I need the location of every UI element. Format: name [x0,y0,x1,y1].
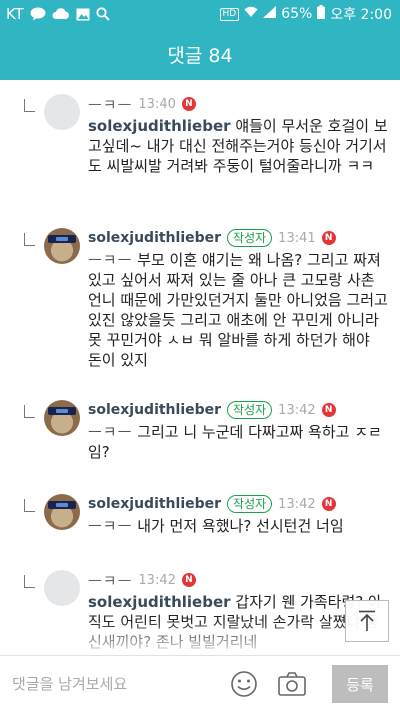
list-fade [0,621,400,655]
comment-mention[interactable]: ㅡㅋㅡ [88,251,132,269]
comment-nickname[interactable]: solexjudithlieber [88,496,221,512]
new-badge: N [321,231,336,245]
comment-time: 13:42 [138,572,176,588]
emoji-button[interactable] [229,669,259,699]
comment-input-bar: 댓글을 남겨보세요 등록 [0,655,400,712]
cloud-icon [52,8,70,20]
wifi-icon [244,6,258,22]
search-icon [96,7,110,21]
comment-nickname[interactable]: solexjudithlieber [88,230,221,246]
emoji-icon [231,671,257,697]
comment-nickname[interactable]: ㅡㅋㅡ [88,570,132,591]
author-badge: 작성자 [227,401,273,419]
new-badge: N [321,403,336,417]
reply-arrow-icon [24,575,35,588]
comment-input[interactable]: 댓글을 남겨보세요 [12,673,127,694]
avatar[interactable] [44,400,80,436]
image-icon [76,8,90,21]
scroll-top-button[interactable] [345,600,389,642]
comment-nickname[interactable]: ㅡㅋㅡ [88,94,132,115]
comments-header: 댓글 84 [0,28,400,80]
comment-text: ㅡㅋㅡ 내가 먼저 욕했나? 선시턴건 너임 [88,516,388,536]
scroll-top-icon [359,610,375,631]
author-badge: 작성자 [227,495,273,513]
comment-text: ㅡㅋㅡ 부모 이혼 얘기는 왜 나옴? 그리고 짜져 있고 싶어서 짜져 있는 … [88,250,388,370]
reply-arrow-icon [24,405,35,418]
new-badge: N [321,497,336,511]
comment-time: 13:42 [278,496,316,512]
comment-time: 13:42 [278,402,316,418]
battery-percent: 65% [281,6,313,22]
comment-text: ㅡㅋㅡ 그리고 니 누군데 다짜고짜 욕하고 ㅈㄹ임? [88,422,388,462]
avatar[interactable] [44,570,80,606]
avatar[interactable] [44,494,80,530]
comment-text: solexjudithlieber 얘들이 무서운 호걸이 보고싶데~ 내가 대… [88,116,388,176]
new-badge: N [181,97,196,111]
reply-arrow-icon [24,499,35,512]
comment-time: 13:41 [278,230,316,246]
reply-arrow-icon [24,233,35,246]
page-title: 댓글 84 [167,44,233,67]
carrier-label: KT [6,5,24,23]
reply-arrow-icon [24,99,35,112]
submit-button[interactable]: 등록 [332,665,388,703]
comment-tag[interactable]: solexjudithlieber [88,593,231,611]
comment-body: 그리고 니 누군데 다짜고짜 욕하고 ㅈㄹ임? [88,423,382,461]
comment-mention[interactable]: ㅡㅋㅡ [88,517,132,535]
comment-nickname[interactable]: solexjudithlieber [88,402,221,418]
signal-icon [263,6,277,22]
status-indicators: HD 65% 오후 2:00 [219,0,392,28]
comment-list[interactable]: ㅡㅋㅡ 13:40 N solexjudithlieber 얘들이 무서운 호걸… [0,80,400,655]
camera-icon [278,672,306,696]
new-badge: N [181,573,196,587]
clock: 오후 2:00 [330,7,392,23]
battery-icon [317,5,326,23]
status-bar: KT HD 65% 오후 2:00 [0,0,400,28]
kakaotalk-icon [30,7,46,21]
comment-body: 부모 이혼 얘기는 왜 나옴? 그리고 짜져 있고 싶어서 짜져 있는 줄 아나… [88,251,388,369]
comment-body: 내가 먼저 욕했나? 선시턴건 너임 [137,517,344,535]
comment-time: 13:40 [138,96,176,112]
author-badge: 작성자 [227,229,273,247]
camera-button[interactable] [276,669,308,699]
hd-badge: HD [219,7,240,21]
avatar[interactable] [44,228,80,264]
avatar[interactable] [44,94,80,130]
comment-tag[interactable]: solexjudithlieber [88,117,231,135]
comment-mention[interactable]: ㅡㅋㅡ [88,423,132,441]
